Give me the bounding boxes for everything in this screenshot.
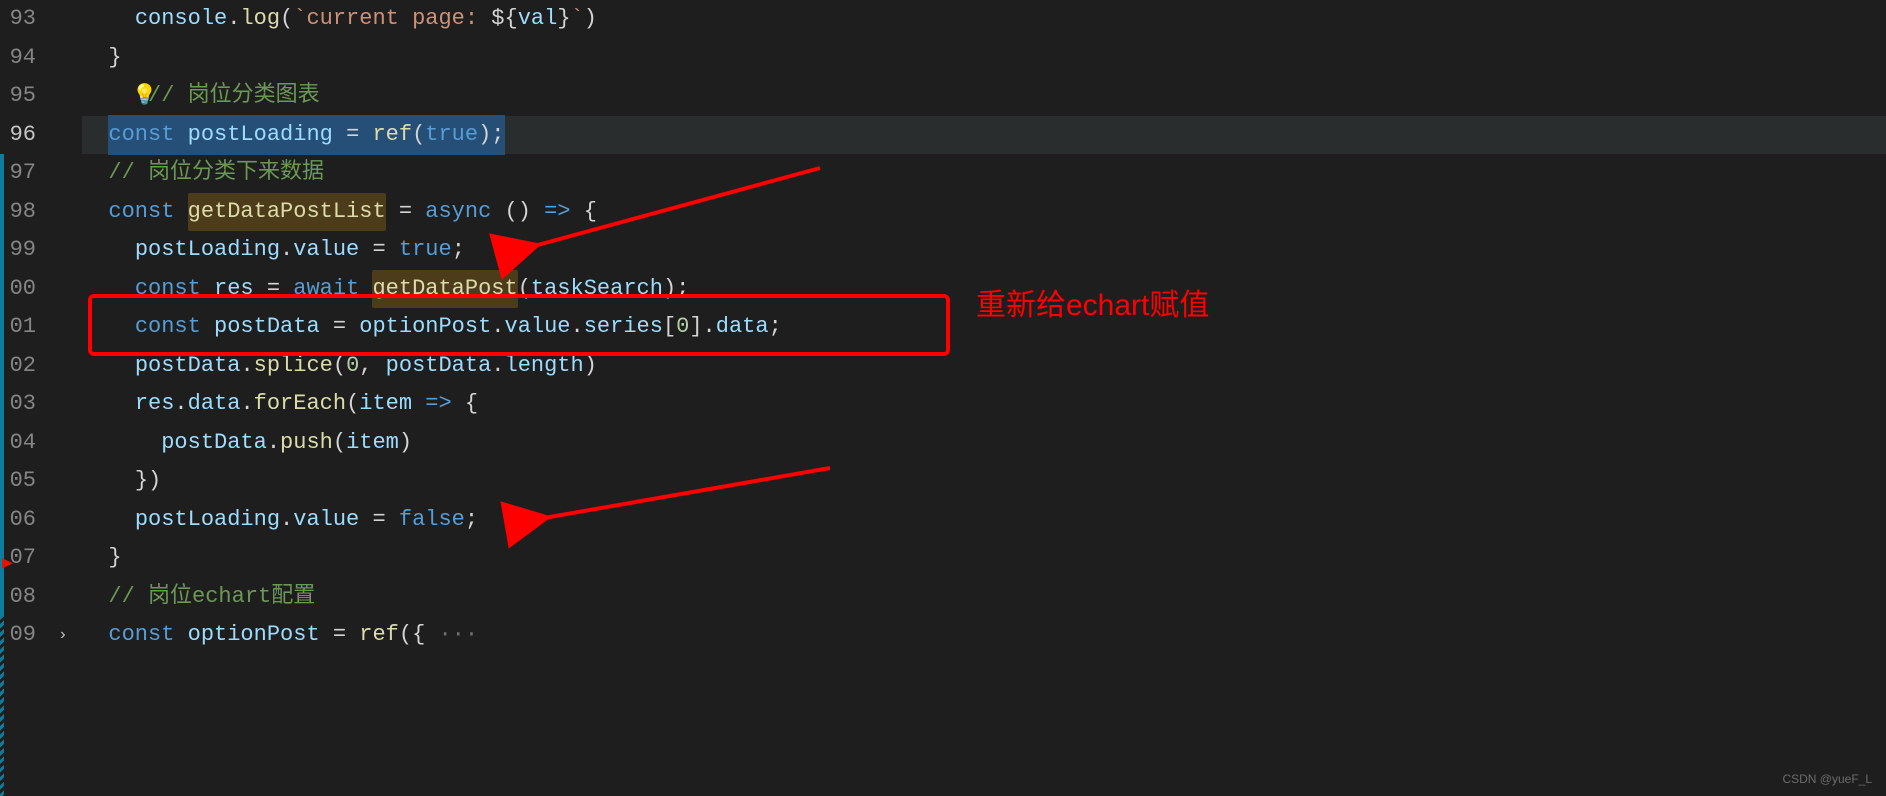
line-number[interactable]: 09 — [8, 616, 36, 655]
line-number[interactable]: 04 — [8, 424, 36, 463]
line-number[interactable]: 01 — [8, 308, 36, 347]
line-number[interactable]: 06 — [8, 501, 36, 540]
watermark: CSDN @yueF_L — [1782, 769, 1872, 790]
code-line[interactable]: } — [82, 539, 1886, 578]
code-line[interactable]: postData.push(item) — [82, 424, 1886, 463]
line-number[interactable]: 08 — [8, 578, 36, 617]
code-line[interactable]: const optionPost = ref({ ··· — [82, 616, 1886, 655]
selected-text[interactable]: const postLoading = ref(true); — [108, 115, 504, 156]
code-line[interactable]: }) — [82, 462, 1886, 501]
fold-chevron-icon[interactable]: › — [58, 616, 68, 655]
code-line[interactable]: const getDataPostList = async () => { — [82, 193, 1886, 232]
code-editor[interactable]: 9394959697989900010203040506070809 conso… — [0, 0, 1886, 796]
line-number[interactable]: 02 — [8, 347, 36, 386]
code-area[interactable]: console.log(`current page: ${val}`) } 💡 … — [56, 0, 1886, 796]
line-number[interactable]: 03 — [8, 385, 36, 424]
code-line[interactable]: console.log(`current page: ${val}`) — [82, 0, 1886, 39]
code-line[interactable]: const postData = optionPost.value.series… — [82, 308, 1886, 347]
code-line[interactable]: // 岗位分类下来数据 — [82, 154, 1886, 193]
line-number[interactable]: 97 — [8, 154, 36, 193]
lightbulb-icon[interactable]: 💡 — [132, 79, 157, 114]
code-line[interactable]: postLoading.value = true; — [82, 231, 1886, 270]
line-number[interactable]: 93 — [8, 0, 36, 39]
code-line[interactable]: postData.splice(0, postData.length) — [82, 347, 1886, 386]
line-number[interactable]: 00 — [8, 270, 36, 309]
code-line[interactable]: const res = await getDataPost(taskSearch… — [82, 270, 1886, 309]
code-line[interactable]: res.data.forEach(item => { — [82, 385, 1886, 424]
line-number[interactable]: 98 — [8, 193, 36, 232]
breakpoint-caret-icon[interactable]: ▶ — [2, 549, 13, 581]
code-line[interactable]: } — [82, 39, 1886, 78]
line-number-gutter[interactable]: 9394959697989900010203040506070809 — [0, 0, 56, 796]
line-number[interactable]: 94 — [8, 39, 36, 78]
code-line[interactable]: // 岗位echart配置 — [82, 578, 1886, 617]
code-line[interactable]: const postLoading = ref(true); — [82, 116, 1886, 155]
line-number[interactable]: 99 — [8, 231, 36, 270]
line-number[interactable]: 95 — [8, 77, 36, 116]
code-line[interactable]: postLoading.value = false; — [82, 501, 1886, 540]
line-number[interactable]: 05 — [8, 462, 36, 501]
line-number[interactable]: 96 — [8, 116, 36, 155]
code-line[interactable]: 💡 // 岗位分类图表 — [82, 77, 1886, 116]
